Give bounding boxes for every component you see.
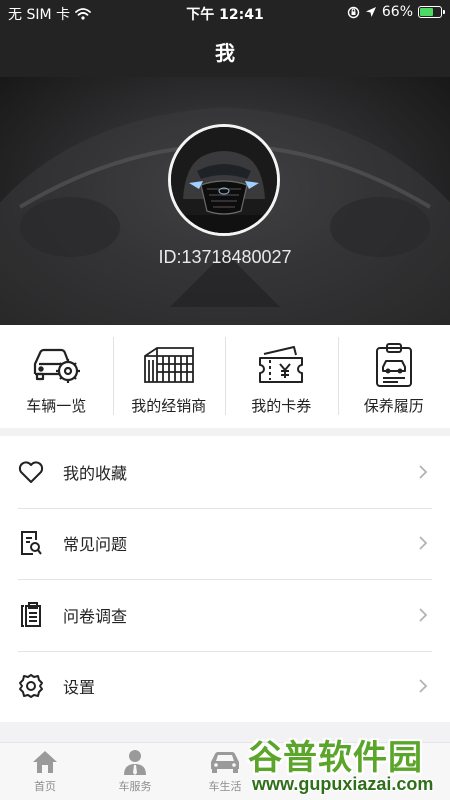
quick-action-label: 车辆一览 [26,397,87,415]
tab-label: 首页 [34,780,56,793]
chevron-right-icon [419,536,428,550]
service-person-icon [124,750,146,775]
menu-item-settings[interactable]: 设置 [0,650,450,723]
maintenance-clipboard-icon [368,341,420,389]
orientation-lock-icon [347,6,360,18]
survey-clipboard-icon [18,601,44,628]
settings-menu: 我的收藏 常见问题 问卷调查 设置 [0,436,450,722]
location-arrow-icon [365,7,376,17]
quick-action-coupons[interactable]: 我的卡券 [225,325,338,428]
menu-item-faq[interactable]: 常见问题 [0,507,450,580]
status-right: 66% [347,4,445,20]
car-gear-icon [30,341,82,389]
tab-car-service[interactable]: 车服务 [90,743,180,800]
tab-home[interactable]: 首页 [0,743,90,800]
user-id: ID:13718480027 [158,247,292,267]
menu-item-label: 设置 [63,678,96,698]
watermark-text: 谷普软件园 [248,738,423,778]
battery-fill [420,8,434,16]
menu-item-favorites[interactable]: 我的收藏 [0,436,450,508]
faq-document-icon [18,530,44,556]
quick-actions: 车辆一览 我的经销商 我的卡券 保养履历 [0,325,450,428]
page-title: 我 [215,41,235,65]
quick-action-vehicles[interactable]: 车辆一览 [0,325,113,428]
chevron-right-icon [419,608,428,622]
status-bar: 无 SIM 卡 下午 12:41 66% [0,0,450,26]
quick-action-label: 我的经销商 [131,397,207,415]
watermark-url: www.gupuxiazai.com [252,774,434,794]
tab-label: 车服务 [118,780,152,793]
menu-item-survey[interactable]: 问卷调查 [0,579,450,651]
chevron-right-icon [419,465,428,479]
quick-action-label: 保养履历 [363,397,424,415]
home-icon [33,751,57,773]
tab-label: 车生活 [208,780,242,793]
battery-icon [418,6,445,18]
quick-action-maintenance[interactable]: 保养履历 [337,325,450,428]
heart-icon [18,459,44,485]
chevron-right-icon [419,679,428,693]
avatar[interactable] [168,124,280,236]
gear-icon [18,673,44,699]
profile-screen: 无 SIM 卡 下午 12:41 66% 我 ID:13718480027 车辆… [0,0,450,800]
car-icon [211,752,239,773]
menu-item-label: 常见问题 [63,535,128,555]
watermark-logo: 谷普软件园 www.gupuxiazai.com [244,722,450,800]
quick-action-dealer[interactable]: 我的经销商 [112,325,226,428]
menu-item-label: 我的收藏 [63,463,128,483]
quick-action-label: 我的卡券 [251,397,312,415]
profile-header: ID:13718480027 [0,77,450,325]
coupon-ticket-icon [255,341,307,389]
battery-percent: 66% [381,4,413,20]
dealer-building-icon [143,341,195,389]
menu-item-label: 问卷调查 [63,606,128,626]
car-front-avatar-icon [171,127,277,233]
top-bar: 无 SIM 卡 下午 12:41 66% 我 [0,0,450,77]
